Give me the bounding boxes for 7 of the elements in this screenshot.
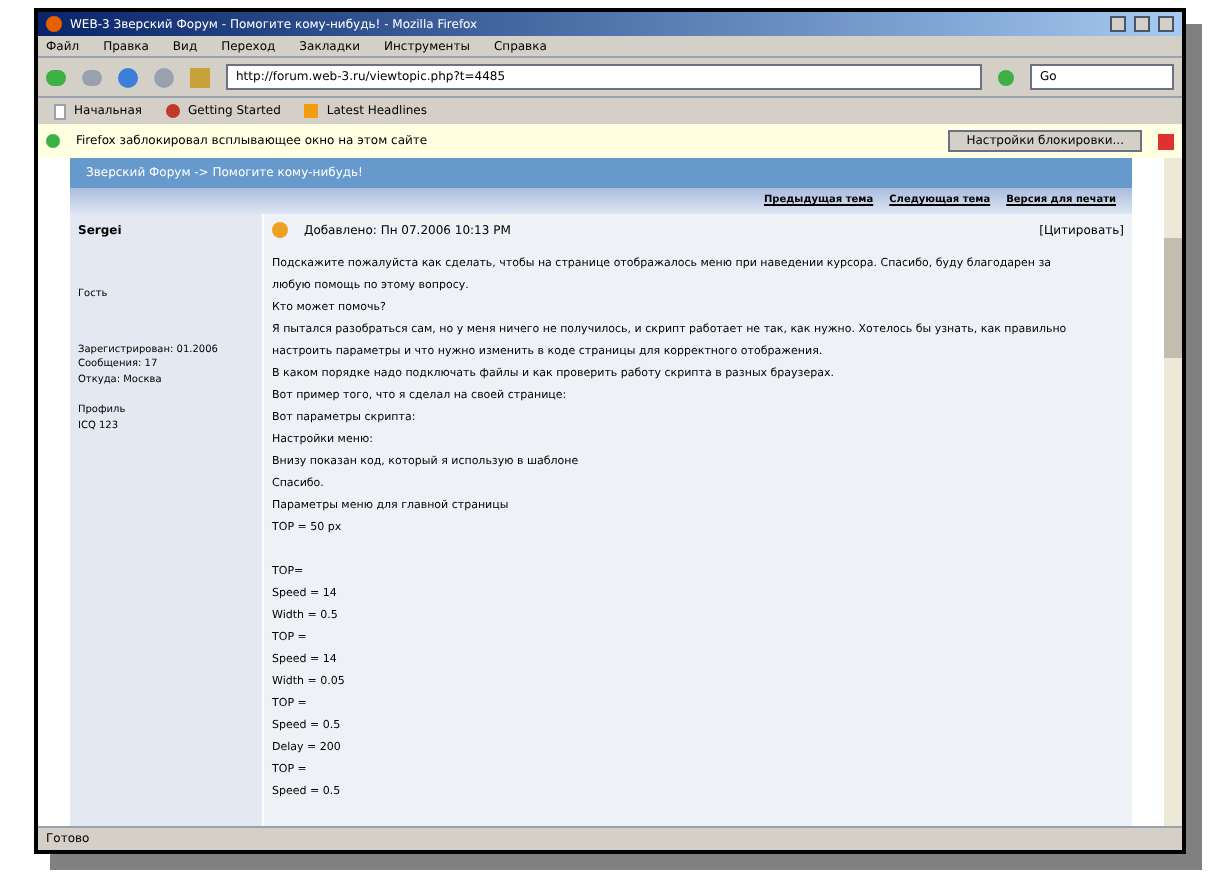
post-icon — [272, 222, 288, 238]
maximize-button[interactable] — [1134, 16, 1150, 32]
minimize-button[interactable] — [1110, 16, 1126, 32]
close-button[interactable] — [1158, 16, 1174, 32]
close-icon[interactable] — [1158, 133, 1174, 149]
page-icon — [54, 103, 66, 119]
scrollbar[interactable] — [1164, 158, 1182, 826]
